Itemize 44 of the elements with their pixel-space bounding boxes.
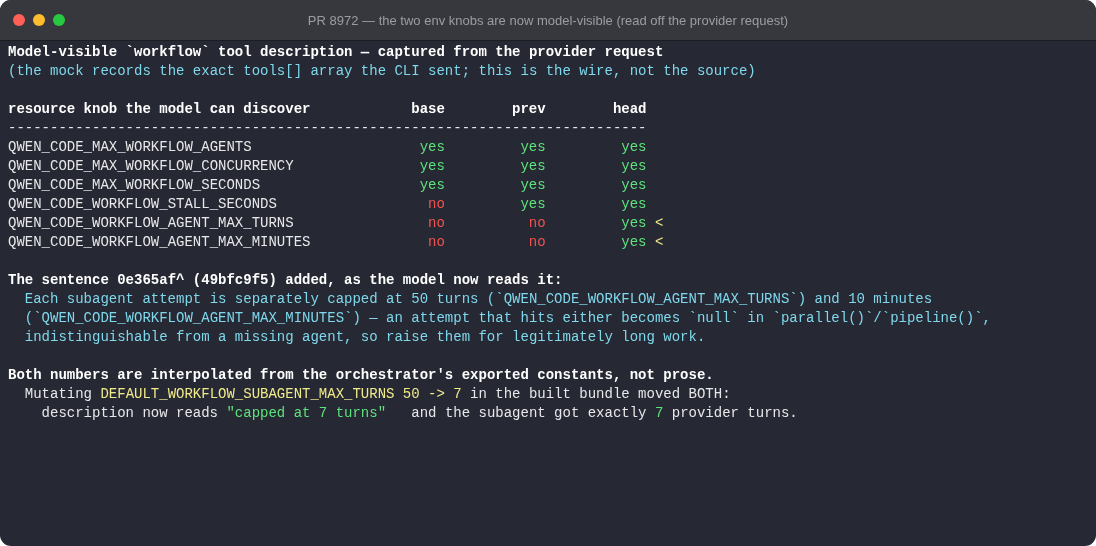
close-button[interactable] xyxy=(13,14,25,26)
output-heading: Model-visible `workflow` tool description — captured from the provider request xyxy=(8,43,665,62)
table-cell-text: QWEN_CODE_WORKFLOW_AGENT_MAX_MINUTES xyxy=(8,233,312,252)
quoted-description-line: indistinguishable from a missing agent, so raise them for legitimately long work. xyxy=(23,328,707,347)
table-header-cell-text: base xyxy=(410,100,445,119)
minimize-button[interactable] xyxy=(33,14,45,26)
table-cell-text: yes xyxy=(620,214,647,233)
table-cell-text: no xyxy=(427,195,445,214)
table-rule: ---------------------------------------------------------------------------- xyxy=(8,119,647,138)
output-line: description now reads "capped at 7 turns" and the subagent got exactly 7 provider turns. xyxy=(40,404,799,423)
maximize-button[interactable] xyxy=(53,14,65,26)
table-cell-text: QWEN_CODE_MAX_WORKFLOW_SECONDS xyxy=(8,176,262,195)
table-cell-text: QWEN_CODE_WORKFLOW_STALL_SECONDS xyxy=(8,195,278,214)
table-cell-text: no xyxy=(527,214,546,233)
row-marker: < xyxy=(653,214,665,233)
table-cell-text: yes xyxy=(620,138,647,157)
table-cell-text: QWEN_CODE_MAX_WORKFLOW_CONCURRENCY xyxy=(8,157,295,176)
table-header-cell-text: head xyxy=(611,100,647,119)
table-cell-text: yes xyxy=(620,195,647,214)
output-note: (the mock records the exact tools[] array the CLI sent; this is the wire, not the source) xyxy=(8,62,757,81)
table-cell-text: no xyxy=(427,233,445,252)
window-title: PR 8972 — the two env knobs are now model-visible (read off the provider request) xyxy=(307,12,789,28)
table-cell-text: yes xyxy=(620,176,647,195)
section-heading: The sentence 0e365af^ (49bfc9f5) added, as the model now reads it: xyxy=(8,271,564,290)
table-cell-text: yes xyxy=(620,157,647,176)
section-heading: Both numbers are interpolated from the orchestrator's exported constants, not prose. xyxy=(8,366,715,385)
table-cell-text: yes xyxy=(519,176,546,195)
table-header-cell-text: prev xyxy=(511,100,546,119)
table-cell-text: yes xyxy=(519,138,546,157)
table-cell-text: no xyxy=(427,214,445,233)
table-header-cell-text: resource knob the model can discover xyxy=(8,100,312,119)
table-cell-text: no xyxy=(527,233,546,252)
table-cell-text: QWEN_CODE_MAX_WORKFLOW_AGENTS xyxy=(8,138,253,157)
table-cell-text: yes xyxy=(418,138,445,157)
row-marker: < xyxy=(653,233,665,252)
table-cell-text: yes xyxy=(519,157,546,176)
table-cell-text: QWEN_CODE_WORKFLOW_AGENT_MAX_TURNS xyxy=(8,214,295,233)
output-line: Mutating DEFAULT_WORKFLOW_SUBAGENT_MAX_TURNS 50 -> 7 in the built bundle moved BOTH: xyxy=(23,385,732,404)
table-cell-text: yes xyxy=(620,233,647,252)
table-cell-text: yes xyxy=(418,176,445,195)
table-cell-text: yes xyxy=(519,195,546,214)
quoted-description-line: (`QWEN_CODE_WORKFLOW_AGENT_MAX_MINUTES`) — an attempt that hits either becomes `null` in `parallel()`/`pipeline()`, xyxy=(23,309,992,328)
quoted-description-line: Each subagent attempt is separately capped at 50 turns (`QWEN_CODE_WORKFLOW_AGENT_MAX_TURNS`) and 10 minutes xyxy=(23,290,934,309)
table-cell-text: yes xyxy=(418,157,445,176)
